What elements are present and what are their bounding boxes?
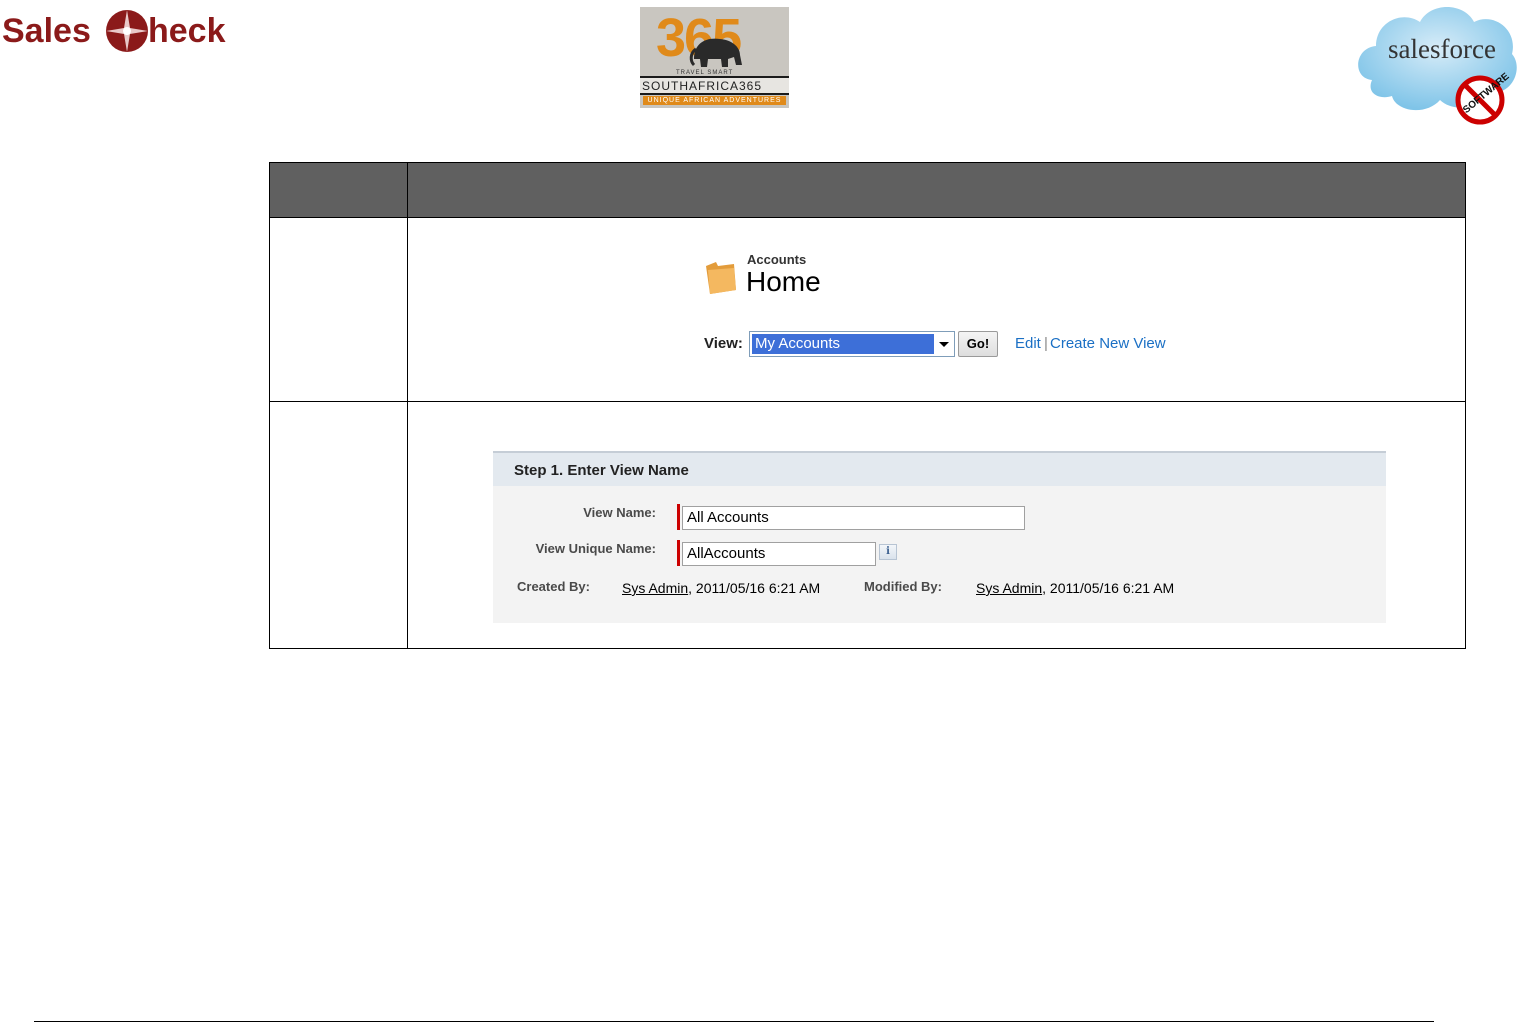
required-indicator [677, 504, 680, 530]
modified-by-label: Modified By: [864, 579, 942, 594]
created-by-user-link[interactable]: Sys Admin [622, 580, 688, 596]
object-label: Accounts [747, 252, 807, 267]
sa365-name-band: SOUTHAFRICA365 [640, 76, 789, 95]
created-by-value: Sys Admin, 2011/05/16 6:21 AM [622, 580, 820, 596]
view-unique-name-label: View Unique Name: [535, 541, 656, 556]
view-select-value: My Accounts [752, 334, 934, 354]
view-label: View: [704, 335, 743, 352]
globe-icon [106, 10, 148, 52]
modified-by-user-link[interactable]: Sys Admin [976, 580, 1042, 596]
table-header-row [270, 163, 1465, 217]
step1-title: Step 1. Enter View Name [514, 462, 689, 479]
salescheck-logo-text-left: Sales [2, 12, 91, 50]
salesforce-logo: salesforce SOFTWARE [1352, 0, 1518, 126]
link-separator: | [1044, 335, 1048, 352]
edit-link[interactable]: Edit [1015, 335, 1041, 352]
created-by-label: Created By: [517, 579, 590, 594]
view-unique-name-input[interactable]: AllAccounts [682, 542, 876, 566]
chevron-down-icon [939, 342, 949, 347]
salesforce-wordmark: salesforce [1388, 34, 1496, 64]
required-indicator [677, 540, 680, 566]
table-column-divider [407, 163, 408, 648]
info-icon[interactable]: i [879, 544, 897, 560]
footer-rule [34, 1021, 1434, 1022]
create-new-view-link[interactable]: Create New View [1050, 335, 1166, 352]
page-title: Home [746, 266, 821, 297]
table-row-divider [270, 217, 1465, 218]
salescheck-logo: Sales heck [0, 8, 260, 58]
modified-by-date: , 2011/05/16 6:21 AM [1042, 580, 1175, 596]
go-button[interactable]: Go! [958, 331, 998, 357]
view-select[interactable]: My Accounts [749, 331, 955, 357]
accounts-home-screenshot: Accounts Home View: My Accounts Go! Edit… [700, 252, 1180, 367]
created-by-date: , 2011/05/16 6:21 AM [688, 580, 821, 596]
southafrica365-logo: 365 TRAVEL SMART SOUTHAFRICA365 UNIQUE A… [640, 7, 789, 108]
elephant-icon [689, 38, 742, 67]
salescheck-logo-text-right: heck [148, 12, 226, 50]
step1-header: Step 1. Enter View Name [493, 451, 1386, 486]
step1-panel: Step 1. Enter View Name View Name: All A… [493, 451, 1386, 623]
modified-by-value: Sys Admin, 2011/05/16 6:21 AM [976, 580, 1174, 596]
sa365-bottom-tagline: UNIQUE AFRICAN ADVENTURES [643, 96, 786, 105]
view-name-input[interactable]: All Accounts [682, 506, 1025, 530]
view-name-label: View Name: [583, 505, 656, 520]
table-row-divider [270, 401, 1465, 402]
folder-icon [706, 262, 736, 294]
sa365-name: SOUTHAFRICA365 [642, 79, 763, 93]
